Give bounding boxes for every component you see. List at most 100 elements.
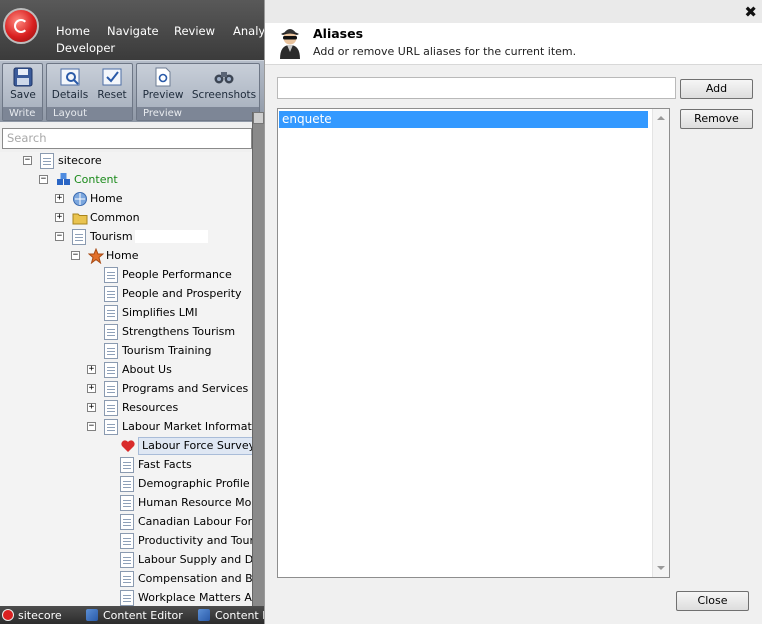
remove-button[interactable]: Remove	[680, 109, 753, 129]
menu-navigate[interactable]: Navigate	[107, 24, 159, 38]
tree-node-label: Human Resource Modu	[138, 496, 252, 509]
document-icon	[120, 514, 134, 530]
menu-analyze[interactable]: Analy	[233, 24, 264, 38]
sitecore-start-icon	[2, 609, 14, 621]
document-icon	[120, 552, 134, 568]
menu-review[interactable]: Review	[174, 24, 215, 38]
tree-node-label: Productivity and Touris	[138, 534, 252, 547]
tree-node-label: People and Prosperity	[122, 287, 242, 300]
scroll-up-icon[interactable]	[657, 116, 665, 120]
binoculars-icon	[214, 72, 234, 84]
start-button[interactable]: sitecore	[2, 608, 62, 624]
expand-icon[interactable]: +	[87, 365, 96, 374]
folder-icon	[72, 210, 88, 226]
alias-input[interactable]	[277, 77, 676, 99]
tree-scrollbar[interactable]	[252, 112, 264, 608]
content-editor-icon	[198, 609, 210, 621]
collapse-icon[interactable]: −	[23, 156, 32, 165]
expand-icon[interactable]: +	[87, 384, 96, 393]
tree-node-label: Labour Market Information	[122, 420, 252, 433]
tree-node-label: Simplifies LMI	[122, 306, 198, 319]
tree-node-label: Tourism Training	[122, 344, 212, 357]
tree-node-label: Labour Force Survey	[138, 437, 252, 455]
content-editor-icon	[86, 609, 98, 621]
add-button[interactable]: Add	[680, 79, 753, 99]
document-icon	[104, 267, 118, 283]
tree-node-label: Fast Facts	[138, 458, 192, 471]
spy-agent-icon	[280, 29, 300, 59]
ribbon-group-write: Save Write	[2, 63, 43, 121]
collapse-icon[interactable]: −	[87, 422, 96, 431]
tree-node-label: Resources	[122, 401, 179, 414]
tree-node-label: Content	[74, 173, 118, 186]
star-icon	[87, 247, 105, 265]
expand-icon[interactable]: +	[55, 213, 64, 222]
tree-node-label: Demographic Profile of	[138, 477, 252, 490]
task-content-editor-2[interactable]: Content E	[198, 608, 264, 624]
tree-node-label: Workplace Matters Adv	[138, 591, 252, 604]
taskbar: sitecore Content Editor Content E	[0, 606, 264, 624]
close-icon[interactable]: ✖	[744, 3, 757, 21]
top-bar: Home Navigate Review Analy Developer	[0, 0, 264, 60]
document-icon	[104, 419, 118, 435]
save-button[interactable]: Save	[6, 66, 40, 101]
collapse-icon[interactable]: −	[39, 175, 48, 184]
document-icon	[104, 400, 118, 416]
document-icon	[120, 533, 134, 549]
document-icon	[104, 286, 118, 302]
collapse-icon[interactable]: −	[55, 232, 64, 241]
tree-node-label: People Performance	[122, 268, 232, 281]
dialog-titlebar: ✖	[265, 0, 762, 23]
document-icon	[104, 381, 118, 397]
alias-list-scrollbar[interactable]	[652, 109, 669, 577]
scrollbar-thumb[interactable]	[253, 112, 264, 124]
tree-search-input[interactable]: Search	[2, 128, 252, 149]
document-icon	[120, 476, 134, 492]
document-icon	[104, 362, 118, 378]
tree-node-label: Home	[106, 249, 139, 262]
preview-button[interactable]: Preview	[140, 66, 186, 101]
expand-icon[interactable]: +	[87, 403, 96, 412]
tree-node-label: Labour Supply and Der	[138, 553, 252, 566]
task-content-editor[interactable]: Content Editor	[86, 608, 183, 624]
document-icon	[120, 571, 134, 587]
tree-node-label: Programs and Services	[122, 382, 249, 395]
sitecore-logo-icon[interactable]	[3, 8, 39, 44]
dialog-header: Aliases Add or remove URL aliases for th…	[265, 23, 762, 65]
heart-icon	[120, 438, 135, 454]
details-button[interactable]: Details	[50, 66, 90, 101]
close-button[interactable]: Close	[676, 591, 749, 611]
tree-node-label: Home	[90, 192, 123, 205]
scroll-down-icon[interactable]	[657, 566, 665, 570]
preview-icon	[155, 67, 171, 87]
alias-list[interactable]: enquete	[277, 108, 670, 578]
tree-node-label: Canadian Labour Force	[138, 515, 252, 528]
document-icon	[104, 343, 118, 359]
save-icon	[13, 67, 33, 87]
ribbon-group-preview-title: Preview	[137, 107, 259, 120]
document-icon	[104, 324, 118, 340]
tree-node-label: Strengthens Tourism	[122, 325, 236, 338]
document-icon	[120, 590, 134, 606]
menu-developer[interactable]: Developer	[56, 41, 115, 55]
tree-node-label: Common	[90, 211, 140, 224]
alias-list-item[interactable]: enquete	[279, 111, 648, 128]
ribbon-group-layout-title: Layout	[47, 107, 132, 120]
details-icon	[60, 68, 80, 86]
document-icon	[120, 495, 134, 511]
menu-home[interactable]: Home	[56, 24, 90, 38]
document-icon	[120, 457, 134, 473]
aliases-dialog: ✖ Aliases Add or remove URL aliases for …	[264, 0, 762, 624]
expand-icon[interactable]: +	[55, 194, 64, 203]
document-icon	[72, 229, 86, 245]
home-globe-icon	[72, 191, 87, 207]
screenshots-button[interactable]: Screenshots	[191, 66, 257, 101]
tree-node-label: Compensation and Ber	[138, 572, 252, 585]
tree-node-label: About Us	[122, 363, 172, 376]
content-cubes-icon	[56, 172, 70, 188]
inline-edit-box[interactable]	[135, 230, 208, 243]
document-icon	[104, 305, 118, 321]
reset-button[interactable]: Reset	[93, 66, 131, 101]
collapse-icon[interactable]: −	[71, 251, 80, 260]
content-tree: − sitecore − Content + Home + Common − Tourism − Ho…	[0, 152, 252, 608]
